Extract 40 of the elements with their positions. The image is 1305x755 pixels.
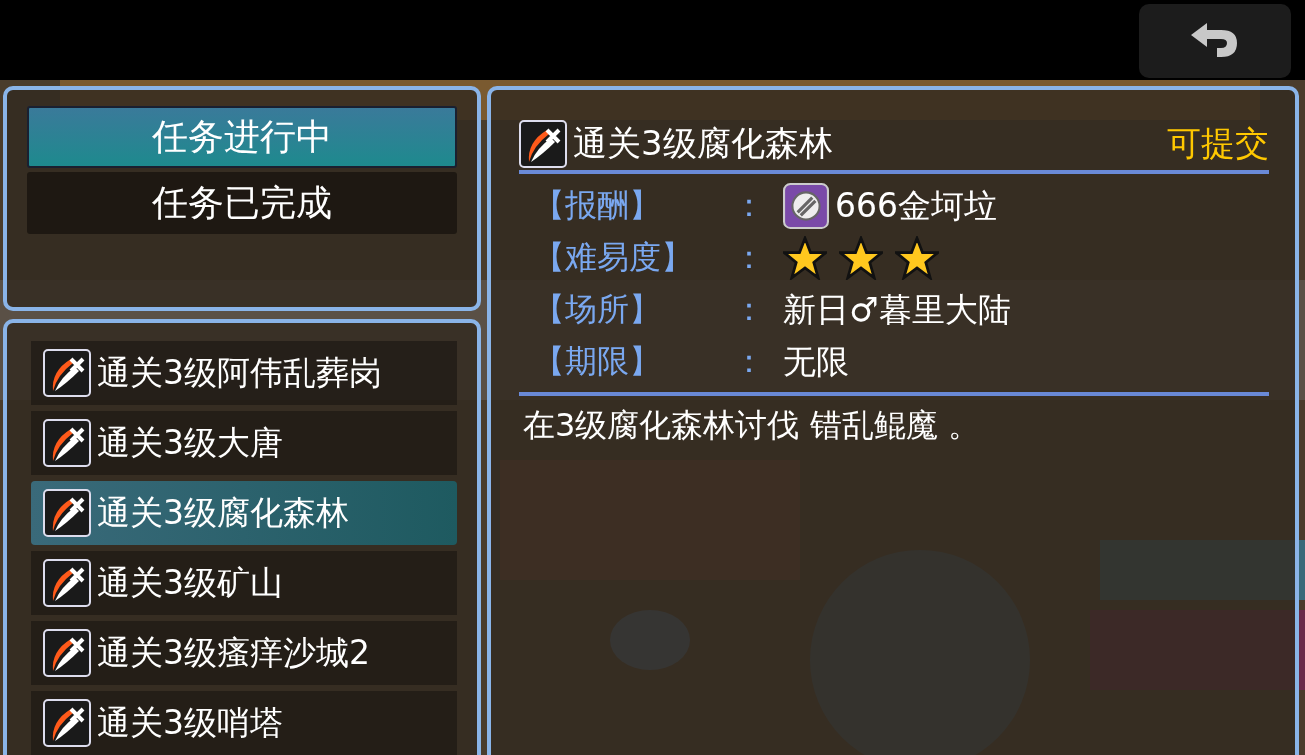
star-icon	[839, 236, 883, 280]
quest-title: 通关3级哨塔	[97, 701, 283, 744]
quest-tab[interactable]: 任务已完成	[27, 172, 457, 234]
quest-description: 在3级腐化森林讨伐 错乱鲲魔 。	[523, 405, 981, 446]
quest-detail-title: 通关3级腐化森林	[573, 122, 834, 165]
sword-icon	[519, 120, 567, 168]
quest-item[interactable]: 通关3级阿伟乱葬岗	[31, 341, 457, 405]
quest-title: 通关3级大唐	[97, 421, 283, 464]
field-colon: ：	[733, 185, 766, 226]
quest-tab[interactable]: 任务进行中	[27, 106, 457, 168]
field-label: 【场所】	[533, 289, 662, 330]
sword-icon	[43, 419, 91, 467]
quest-item[interactable]: 通关3级大唐	[31, 411, 457, 475]
sword-icon	[43, 489, 91, 537]
star-icon	[895, 236, 939, 280]
quest-title: 通关3级阿伟乱葬岗	[97, 351, 382, 394]
quest-title: 通关3级瘙痒沙城2	[97, 631, 370, 674]
sword-icon	[43, 349, 91, 397]
field-label: 【难易度】	[533, 237, 694, 278]
quest-item[interactable]: 通关3级瘙痒沙城2	[31, 621, 457, 685]
field-label: 【报酬】	[533, 185, 662, 226]
star-icon	[783, 236, 827, 280]
quest-item[interactable]: 通关3级矿山	[31, 551, 457, 615]
quest-item[interactable]: 通关3级哨塔	[31, 691, 457, 755]
reward-value: 666金坷垃	[835, 184, 997, 227]
quest-title: 通关3级矿山	[97, 561, 283, 604]
field-label: 【期限】	[533, 341, 662, 382]
sword-icon	[43, 629, 91, 677]
quest-item[interactable]: 通关3级腐化森林	[31, 481, 457, 545]
coin-icon	[783, 183, 829, 229]
sword-icon	[43, 699, 91, 747]
field-value: 无限	[783, 340, 849, 383]
field-colon: ：	[733, 341, 766, 382]
field-colon: ：	[733, 237, 766, 278]
quest-title: 通关3级腐化森林	[97, 491, 349, 534]
field-value: 新日♂暮里大陆	[783, 288, 1011, 331]
field-colon: ：	[733, 289, 766, 330]
back-button[interactable]	[1139, 4, 1291, 78]
status-label: 可提交	[1167, 122, 1269, 165]
sword-icon	[43, 559, 91, 607]
